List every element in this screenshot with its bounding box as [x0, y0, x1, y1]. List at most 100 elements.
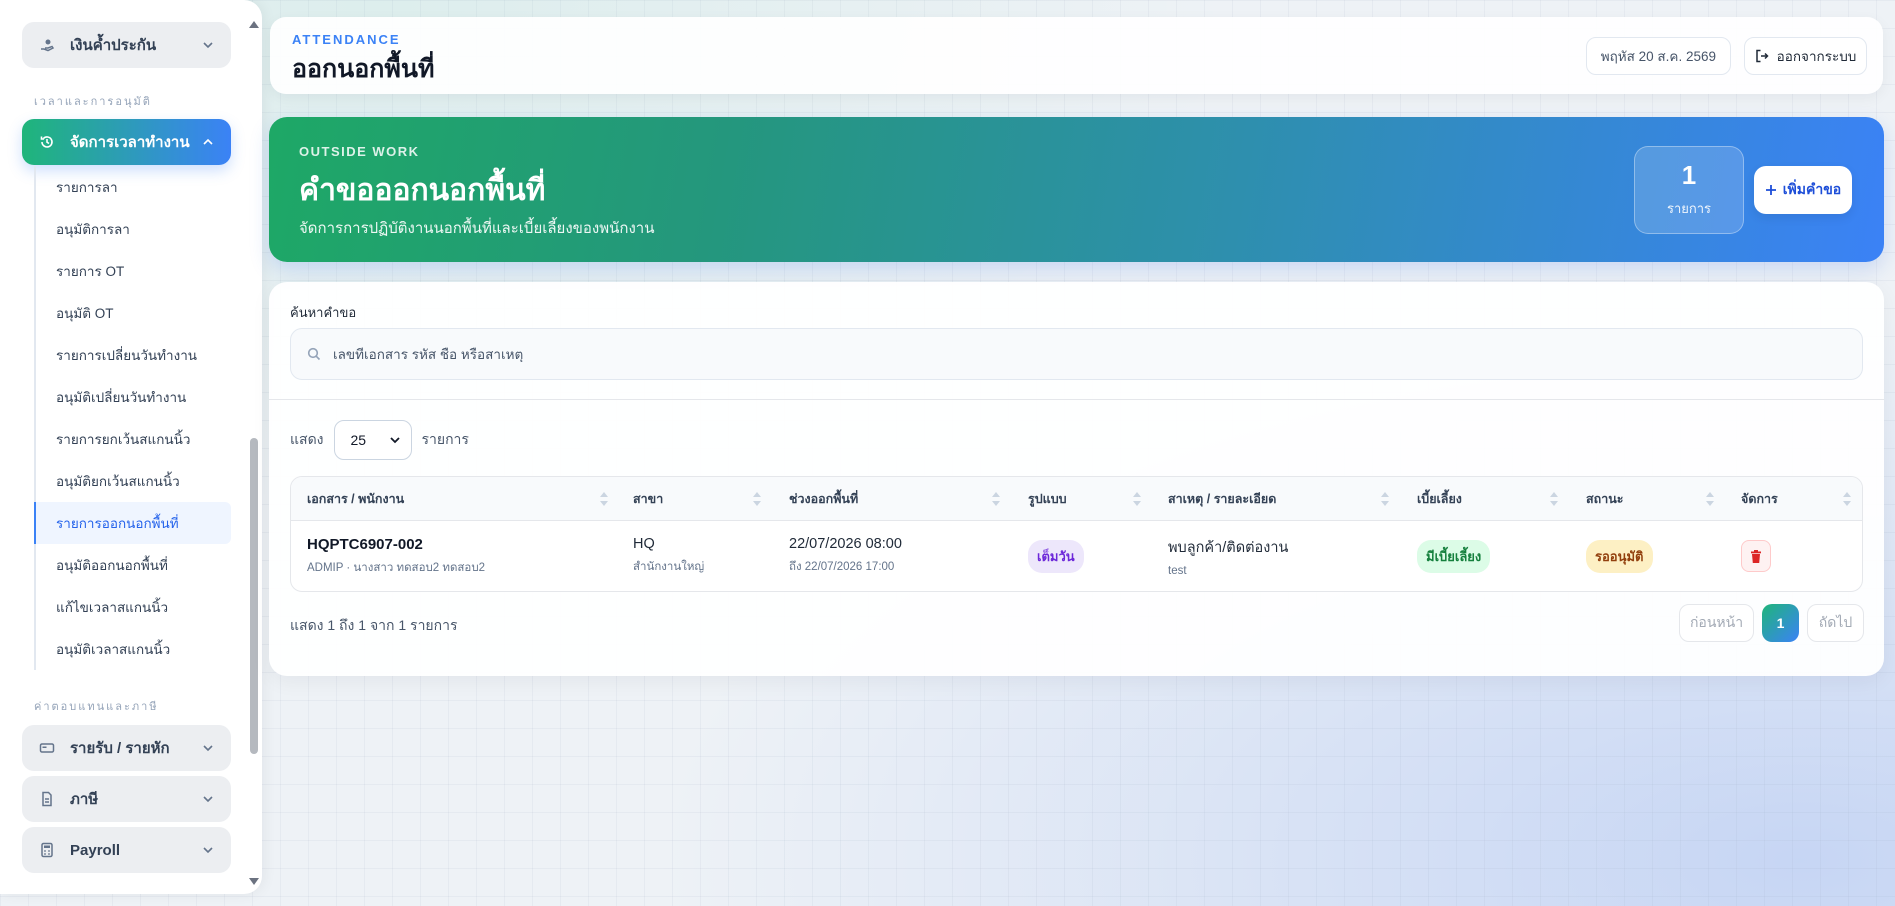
scroll-up-arrow-icon[interactable]	[249, 21, 259, 28]
reason-detail: test	[1168, 564, 1187, 577]
add-request-button[interactable]: เพิ่มคำขอ	[1754, 166, 1852, 214]
logout-button[interactable]: ออกจากระบบ	[1744, 37, 1867, 75]
column-header-document[interactable]: เอกสาร / พนักงาน	[307, 477, 404, 521]
sidebar-item-outside-work-approval[interactable]: อนุมัติออกนอกพื้นที่	[34, 544, 231, 586]
search-icon	[307, 347, 321, 361]
sort-icon[interactable]	[753, 492, 761, 506]
employee-name: ADMIP · นางสาว ทดสอบ2 ทดสอบ2	[307, 561, 486, 574]
cell-type: เต็มวัน	[1028, 521, 1084, 591]
reason-text: พบลูกค้า/ติดต่องาน	[1168, 539, 1289, 556]
cell-actions	[1741, 521, 1771, 591]
sidebar-group-label: เงินค้ำประกัน	[70, 37, 157, 54]
sidebar-item-shift-change-list[interactable]: รายการเปลี่ยนวันทำงาน	[34, 334, 231, 376]
branch-name: สำนักงานใหญ่	[633, 561, 705, 573]
delete-button[interactable]	[1741, 540, 1771, 572]
sidebar-group-deposit[interactable]: เงินค้ำประกัน	[22, 22, 231, 68]
cell-branch: HQ สำนักงานใหญ่	[633, 521, 704, 591]
cell-reason: พบลูกค้า/ติดต่องาน test	[1168, 521, 1288, 591]
status-badge: รออนุมัติ	[1586, 539, 1653, 573]
search-input[interactable]	[333, 346, 1733, 362]
table-row[interactable]: HQPTC6907-002 ADMIP · นางสาว ทดสอบ2 ทดสอ…	[291, 521, 1862, 591]
sort-icon[interactable]	[1550, 492, 1558, 506]
logout-label: ออกจากระบบ	[1776, 49, 1857, 64]
pagination-info: แสดง 1 ถึง 1 จาก 1 รายการ	[290, 617, 458, 633]
scrollbar-thumb[interactable]	[250, 438, 258, 754]
branch-code: HQ	[633, 536, 655, 552]
sort-icon[interactable]	[992, 492, 1000, 506]
sort-icon[interactable]	[1706, 492, 1714, 506]
table-header: เอกสาร / พนักงาน สาขา ช่วงออกพื้นที่ รูป…	[291, 477, 1862, 521]
chevron-down-icon	[389, 437, 400, 444]
date-chip: พฤหัส 20 ส.ค. 2569	[1585, 37, 1731, 75]
request-count-label: รายการ	[1666, 200, 1712, 216]
page-title: ออกนอกพื้นที่	[292, 55, 435, 83]
sidebar-group-time-management[interactable]: จัดการเวลาทำงาน	[22, 119, 231, 165]
chevron-up-icon	[203, 138, 213, 145]
prev-page-button[interactable]: ก่อนหน้า	[1679, 604, 1754, 642]
chevron-down-icon	[203, 847, 213, 854]
sidebar-item-scan-time-approval[interactable]: อนุมัติเวลาสแกนนิ้ว	[34, 628, 231, 670]
page-size-select[interactable]: 25	[333, 420, 412, 460]
sidebar-item-ot-approval[interactable]: อนุมัติ OT	[34, 292, 231, 334]
period-end: ถึง 22/07/2026 17:00	[789, 561, 895, 573]
sidebar-group-tax[interactable]: ภาษี	[22, 776, 231, 822]
show-label: แสดง	[290, 431, 324, 447]
calculator-icon	[38, 841, 56, 859]
column-header-allowance[interactable]: เบี้ยเลี้ยง	[1417, 477, 1462, 521]
column-header-branch[interactable]: สาขา	[633, 477, 663, 521]
divider	[269, 399, 1884, 400]
sidebar-group-income-deduction[interactable]: รายรับ / รายหัก	[22, 725, 231, 771]
sidebar-scrollbar[interactable]	[248, 18, 260, 888]
items-label: รายการ	[421, 431, 469, 447]
money-card-icon	[38, 739, 56, 757]
add-request-label: เพิ่มคำขอ	[1782, 181, 1842, 197]
top-header: ATTENDANCE ออกนอกพื้นที่ พฤหัส 20 ส.ค. 2…	[270, 17, 1883, 94]
sidebar-item-scan-time-edit[interactable]: แก้ไขเวลาสแกนนิ้ว	[34, 586, 231, 628]
page-1-button[interactable]: 1	[1762, 604, 1799, 642]
hand-coin-icon	[38, 36, 56, 54]
column-header-type[interactable]: รูปแบบ	[1028, 477, 1067, 521]
requests-card: ค้นหาคำขอ แสดง 25 รายการ เอกสาร / พนักงา…	[269, 282, 1884, 676]
sidebar-item-scan-exempt-list[interactable]: รายการยกเว้นสแกนนิ้ว	[34, 418, 231, 460]
page-size-value: 25	[350, 432, 367, 448]
sidebar-item-leave-list[interactable]: รายการลา	[34, 166, 231, 208]
sidebar-section-title: เวลาและการอนุมัติ	[34, 96, 152, 108]
column-header-reason[interactable]: สาเหตุ / รายละเอียด	[1168, 477, 1276, 521]
requests-table: เอกสาร / พนักงาน สาขา ช่วงออกพื้นที่ รูป…	[290, 476, 1863, 592]
sidebar-item-scan-exempt-approval[interactable]: อนุมัติยกเว้นสแกนนิ้ว	[34, 460, 231, 502]
search-box	[290, 328, 1863, 380]
sidebar-group-label: ภาษี	[70, 791, 99, 808]
sort-icon[interactable]	[1843, 492, 1851, 506]
search-label: ค้นหาคำขอ	[290, 305, 357, 320]
sidebar-item-leave-approval[interactable]: อนุมัติการลา	[34, 208, 231, 250]
plus-icon	[1765, 185, 1776, 195]
trash-icon	[1751, 549, 1761, 563]
history-icon	[38, 133, 56, 151]
sidebar-group-payroll[interactable]: Payroll	[22, 827, 231, 873]
sort-icon[interactable]	[1133, 492, 1141, 506]
column-header-status[interactable]: สถานะ	[1586, 477, 1623, 521]
request-count: 1	[1681, 159, 1697, 190]
next-page-button[interactable]: ถัดไป	[1807, 604, 1864, 642]
sidebar-submenu: รายการลา อนุมัติการลา รายการ OT อนุมัติ …	[34, 166, 231, 670]
header-eyebrow: ATTENDANCE	[292, 32, 401, 47]
hero-eyebrow: OUTSIDE WORK	[299, 144, 420, 159]
column-header-period[interactable]: ช่วงออกพื้นที่	[789, 477, 858, 521]
sort-icon[interactable]	[1381, 492, 1389, 506]
sidebar-item-shift-change-approval[interactable]: อนุมัติเปลี่ยนวันทำงาน	[34, 376, 231, 418]
hero-title: คำขอออกนอกพื้นที่	[299, 174, 546, 207]
type-badge: เต็มวัน	[1028, 539, 1084, 573]
sidebar-item-outside-work-list[interactable]: รายการออกนอกพื้นที่	[34, 502, 231, 544]
sidebar: เงินค้ำประกัน เวลาและการอนุมัติ จัดการเว…	[0, 0, 262, 894]
document-number[interactable]: HQPTC6907-002	[307, 536, 485, 553]
scroll-down-arrow-icon[interactable]	[249, 878, 259, 885]
sidebar-group-label: Payroll	[70, 841, 121, 859]
chevron-down-icon	[203, 42, 213, 49]
sidebar-item-ot-list[interactable]: รายการ OT	[34, 250, 231, 292]
request-count-box: 1 รายการ	[1634, 146, 1744, 234]
column-header-actions: จัดการ	[1741, 492, 1778, 506]
allowance-badge: มีเบี้ยเลี้ยง	[1417, 539, 1491, 573]
sort-icon[interactable]	[600, 492, 608, 506]
sidebar-section-title: ค่าตอบแทนและภาษี	[34, 701, 159, 713]
sidebar-group-label: รายรับ / รายหัก	[70, 740, 170, 757]
